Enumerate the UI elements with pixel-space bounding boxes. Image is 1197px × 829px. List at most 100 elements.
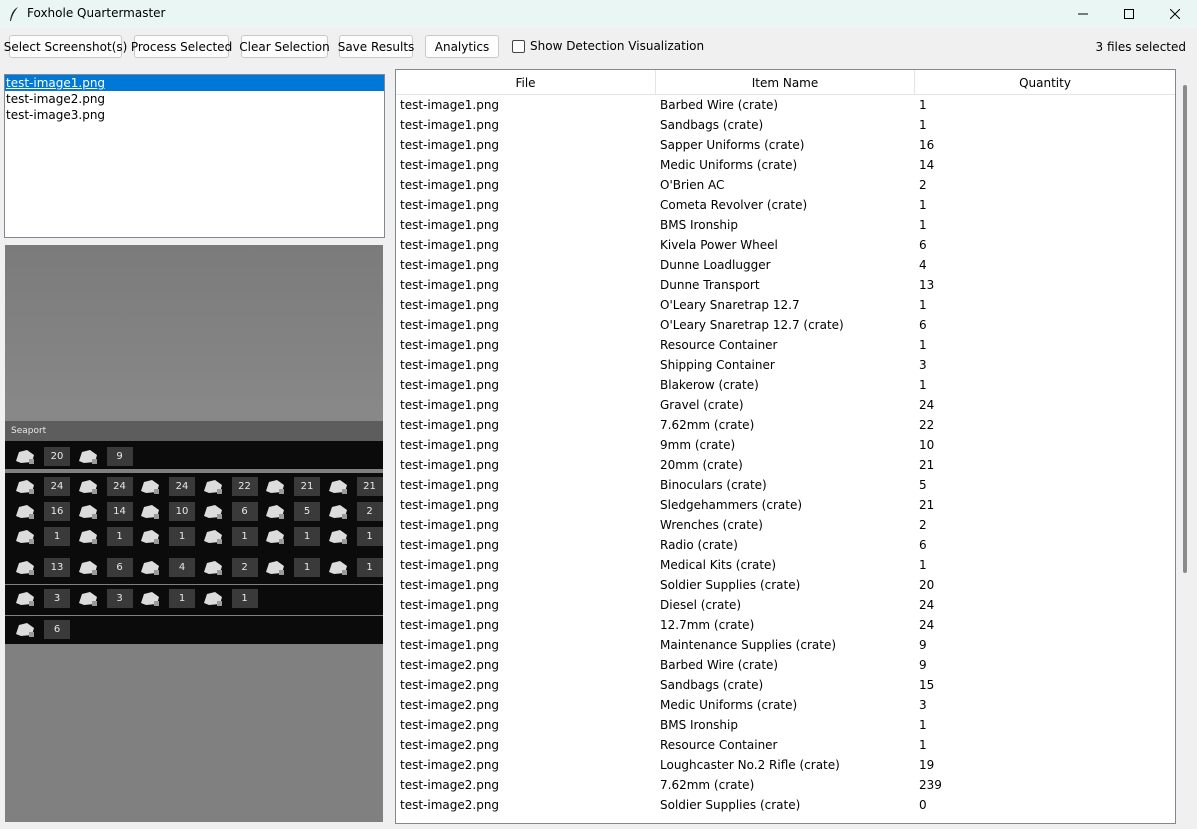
table-row[interactable]: test-image1.png 9mm (crate) 10 [396, 435, 1175, 455]
close-button[interactable] [1152, 0, 1197, 28]
inventory-quantity: 5 [294, 502, 320, 521]
table-cell-file: test-image2.png [400, 758, 500, 772]
inventory-cell: 3 [9, 586, 71, 611]
table-row[interactable]: test-image1.png Gravel (crate) 24 [396, 395, 1175, 415]
table-cell-qty: 20 [919, 578, 935, 592]
feather-icon [10, 7, 18, 21]
table-cell-qty: 10 [919, 438, 935, 452]
crate-icon [16, 450, 34, 464]
ac-icon [328, 561, 347, 575]
column-header-quantity[interactable]: Quantity [915, 70, 1175, 95]
process-selected-button[interactable]: Process Selected [131, 35, 232, 58]
table-row[interactable]: test-image2.png Soldier Supplies (crate) 0 [396, 795, 1175, 815]
table-cell-file: test-image1.png [400, 138, 500, 152]
analytics-button[interactable]: Analytics [425, 35, 499, 58]
file-list-item[interactable]: test-image3.png [5, 107, 384, 123]
table-row[interactable]: test-image1.png Soldier Supplies (crate) 2… [396, 575, 1175, 595]
binoculars-icon [266, 505, 284, 519]
inventory-quantity: 1 [356, 558, 383, 577]
table-row[interactable]: test-image1.png Blakerow (crate) 1 [396, 375, 1175, 395]
table-cell-qty: 24 [919, 618, 935, 632]
table-cell-qty: 21 [919, 498, 935, 512]
minimize-button[interactable] [1060, 0, 1106, 28]
column-header-file[interactable]: File [396, 70, 656, 95]
table-cell-file: test-image1.png [400, 298, 500, 312]
table-cell-item: Dunne Transport [660, 278, 760, 292]
table-row[interactable]: test-image2.png Medic Uniforms (crate) 3 [396, 695, 1175, 715]
table-row[interactable]: test-image1.png Medical Kits (crate) 1 [396, 555, 1175, 575]
table-cell-item: Wrenches (crate) [660, 518, 763, 532]
inventory-quantity: 1 [294, 527, 320, 546]
inventory-quantity: 3 [44, 589, 70, 608]
table-row[interactable]: test-image1.png Maintenance Supplies (cra… [396, 635, 1175, 655]
table-row[interactable]: test-image1.png Sandbags (crate) 1 [396, 115, 1175, 135]
table-row[interactable]: test-image1.png BMS Ironship 1 [396, 215, 1175, 235]
table-row[interactable]: test-image1.png 7.62mm (crate) 22 [396, 415, 1175, 435]
table-row[interactable]: test-image2.png Sandbags (crate) 15 [396, 675, 1175, 695]
table-cell-qty: 14 [919, 158, 935, 172]
table-row[interactable]: test-image1.png Dunne Loadlugger 4 [396, 255, 1175, 275]
inventory-cell: 1 [72, 524, 134, 549]
table-row[interactable]: test-image2.png Resource Container 1 [396, 735, 1175, 755]
table-cell-qty: 21 [919, 458, 935, 472]
table-row[interactable]: test-image2.png Barbed Wire (crate) 9 [396, 655, 1175, 675]
table-cell-qty: 19 [919, 758, 935, 772]
window-title: Foxhole Quartermaster [27, 6, 166, 20]
truck-icon [16, 561, 34, 575]
inventory-cell: 24 [9, 474, 71, 499]
table-row[interactable]: test-image1.png 20mm (crate) 21 [396, 455, 1175, 475]
table-row[interactable]: test-image2.png 7.62mm (crate) 239 [396, 775, 1175, 795]
visualization-checkbox[interactable] [512, 39, 525, 53]
table-row[interactable]: test-image1.png Sledgehammers (crate) 21 [396, 495, 1175, 515]
table-row[interactable]: test-image1.png Shipping Container 3 [396, 355, 1175, 375]
table-row[interactable]: test-image1.png 12.7mm (crate) 24 [396, 615, 1175, 635]
table-row[interactable]: test-image1.png Barbed Wire (crate) 1 [396, 95, 1175, 115]
inventory-quantity: 1 [169, 589, 195, 608]
title-bar: Foxhole Quartermaster [0, 0, 1197, 28]
table-row[interactable]: test-image2.png BMS Ironship 1 [396, 715, 1175, 735]
table-scrollbar[interactable] [1183, 85, 1187, 573]
table-cell-qty: 0 [919, 798, 927, 812]
visualization-checkbox-wrap[interactable]: Show Detection Visualization [512, 39, 704, 53]
table-cell-qty: 24 [919, 598, 935, 612]
inventory-cell: 10 [134, 499, 196, 524]
select-screenshots-button[interactable]: Select Screenshot(s) [4, 35, 127, 58]
table-cell-file: test-image1.png [400, 158, 500, 172]
table-row[interactable]: test-image1.png Cometa Revolver (crate) 1 [396, 195, 1175, 215]
clear-selection-button[interactable]: Clear Selection [239, 35, 330, 58]
table-row[interactable]: test-image1.png Kivela Power Wheel 6 [396, 235, 1175, 255]
sledgehammer-icon [328, 480, 347, 494]
inventory-cell: 24 [134, 474, 196, 499]
file-list-item[interactable]: test-image1.png [5, 75, 384, 91]
table-row[interactable]: test-image1.png O'Brien AC 2 [396, 175, 1175, 195]
save-results-button[interactable]: Save Results [338, 35, 414, 58]
results-table[interactable]: File Item Name Quantity test-image1.png B… [395, 69, 1176, 824]
table-cell-file: test-image1.png [400, 638, 500, 652]
inventory-cell: 16 [9, 499, 71, 524]
inventory-quantity: 24 [169, 477, 195, 496]
table-row[interactable]: test-image1.png Sapper Uniforms (crate) 16 [396, 135, 1175, 155]
maximize-button[interactable] [1106, 0, 1152, 28]
table-row[interactable]: test-image1.png Wrenches (crate) 2 [396, 515, 1175, 535]
file-list-item[interactable]: test-image2.png [5, 91, 384, 107]
table-cell-qty: 1 [919, 558, 927, 572]
table-cell-file: test-image1.png [400, 578, 500, 592]
inventory-quantity: 1 [231, 527, 258, 546]
inventory-cell: 1 [197, 524, 259, 549]
column-header-item-name[interactable]: Item Name [656, 70, 915, 95]
table-cell-qty: 1 [919, 118, 927, 132]
table-row[interactable]: test-image1.png Diesel (crate) 24 [396, 595, 1175, 615]
table-cell-file: test-image1.png [400, 458, 500, 472]
table-row[interactable]: test-image1.png O'Leary Snaretrap 12.7 (c… [396, 315, 1175, 335]
table-row[interactable]: test-image1.png Dunne Transport 13 [396, 275, 1175, 295]
table-row[interactable]: test-image1.png Medic Uniforms (crate) 14 [396, 155, 1175, 175]
table-row[interactable]: test-image1.png Radio (crate) 6 [396, 535, 1175, 555]
table-row[interactable]: test-image1.png Resource Container 1 [396, 335, 1175, 355]
table-row[interactable]: test-image2.png Loughcaster No.2 Rifle (c… [396, 755, 1175, 775]
uniform-icon [16, 480, 34, 494]
table-row[interactable]: test-image1.png O'Leary Snaretrap 12.7 1 [396, 295, 1175, 315]
table-cell-qty: 13 [919, 278, 935, 292]
table-row[interactable]: test-image1.png Binoculars (crate) 5 [396, 475, 1175, 495]
inventory-cell: 20 [9, 444, 71, 469]
file-list[interactable]: test-image1.png test-image2.png test-ima… [4, 74, 385, 238]
